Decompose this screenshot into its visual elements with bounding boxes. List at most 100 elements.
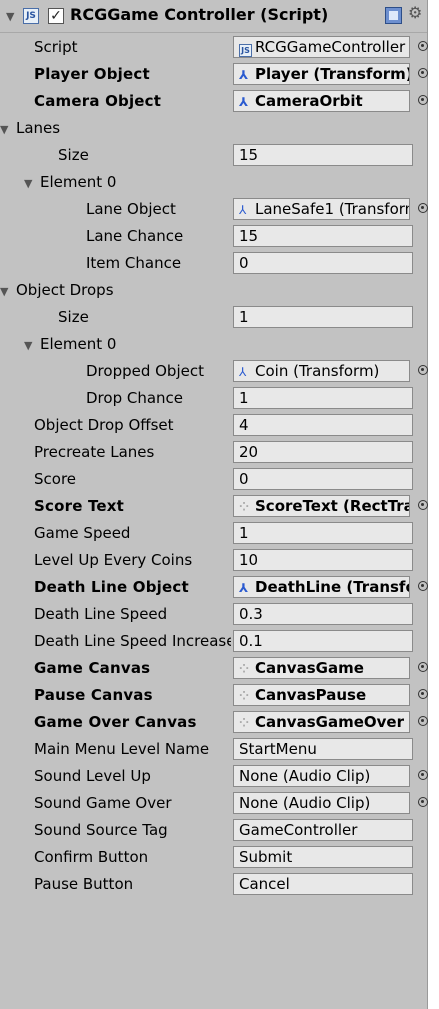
value-field[interactable]: 15 [233,144,413,166]
object-picker-icon[interactable] [418,716,428,726]
field-value: CanvasGameOver [255,713,404,731]
field-label: Main Menu Level Name [34,740,210,758]
component-header: ▼ JS ✓ RCGGame Controller (Script) ⚙ [0,0,427,33]
transform-icon: ⅄ [239,365,247,379]
value-field[interactable]: StartMenu [233,738,413,760]
field-row-main-menu-level-name: Main Menu Level Name StartMenu [0,736,427,763]
object-field[interactable]: ⅄ LaneSafe1 (Transform) [233,198,410,220]
field-label: Camera Object [34,92,162,110]
value-field[interactable]: 0 [233,468,413,490]
field-label: Score Text [34,497,125,515]
object-field[interactable]: None (Audio Clip) [233,765,410,787]
field-value: RCGGameController [255,38,406,56]
object-field[interactable]: ⁘ CanvasGame [233,657,410,679]
foldout-arrow-icon[interactable]: ▼ [0,124,8,135]
object-picker-icon[interactable] [418,770,428,780]
inspector-panel: ▼ JS ✓ RCGGame Controller (Script) ⚙ Scr… [0,0,428,1009]
field-row-lane-object: Lane Object ⅄ LaneSafe1 (Transform) [0,196,428,223]
value-field[interactable]: Cancel [233,873,413,895]
value-field[interactable]: 15 [233,225,413,247]
field-value: Player (Transform) [255,65,410,83]
object-picker-icon[interactable] [418,365,428,375]
field-value: 15 [239,227,259,245]
object-picker-icon[interactable] [418,95,428,105]
field-row-game-speed: Game Speed 1 [0,520,427,547]
object-field[interactable]: ⅄ DeathLine (Transform) [233,576,410,598]
object-picker-icon[interactable] [418,203,428,213]
field-value: DeathLine (Transform) [255,578,409,596]
field-value: ScoreText (RectTransform) [255,497,409,515]
object-field[interactable]: ⁘ CanvasGameOver [233,711,410,733]
field-value: None (Audio Clip) [239,767,371,785]
field-row-camera-object: Camera Object ⅄ CameraOrbit [0,88,428,115]
value-field[interactable]: 0.1 [233,630,413,652]
foldout-arrow-icon[interactable]: ▼ [0,286,8,297]
value-field[interactable]: GameController [233,819,413,841]
object-picker-icon[interactable] [418,689,428,699]
field-row-confirm-button: Confirm Button Submit [0,844,427,871]
object-picker-icon[interactable] [418,500,428,510]
field-row-size: Size 1 [0,304,427,331]
field-label[interactable]: Element 0 [40,173,340,192]
object-field[interactable]: ⅄ Player (Transform) [233,63,410,85]
foldout-arrow-icon[interactable]: ▼ [24,340,32,351]
field-label: Size [58,308,89,326]
field-row-game-over-canvas: Game Over Canvas ⁘ CanvasGameOver [0,709,428,736]
object-field[interactable]: JS RCGGameController [233,36,410,58]
object-field[interactable]: ⁘ ScoreText (RectTransform) [233,495,410,517]
field-label: Game Over Canvas [34,713,197,731]
field-label: Death Line Speed [34,605,168,623]
script-file-icon: JS [239,44,252,57]
field-row-element-0: ▼ Element 0 [0,331,427,358]
object-picker-icon[interactable] [418,581,428,591]
rect-transform-icon: ⁘ [239,500,250,514]
field-value: 1 [239,389,249,407]
field-row-pause-button: Pause Button Cancel [0,871,427,898]
value-field[interactable]: 1 [233,387,413,409]
field-value: 20 [239,443,259,461]
field-row-item-chance: Item Chance 0 [0,250,427,277]
help-icon[interactable] [385,7,402,24]
field-value: 0.3 [239,605,263,623]
value-field[interactable]: 0.3 [233,603,413,625]
value-field[interactable]: 1 [233,522,413,544]
object-field[interactable]: ⅄ Coin (Transform) [233,360,410,382]
field-value: Cancel [239,875,290,893]
field-label[interactable]: Element 0 [40,335,340,354]
field-label: Score [34,470,77,488]
field-label: Game Speed [34,524,131,542]
transform-icon: ⅄ [239,581,249,595]
value-field[interactable]: Submit [233,846,413,868]
object-picker-icon[interactable] [418,797,428,807]
object-picker-icon[interactable] [418,68,428,78]
foldout-arrow-icon[interactable]: ▼ [6,11,14,22]
value-field[interactable]: 20 [233,441,413,463]
value-field[interactable]: 0 [233,252,413,274]
field-row-precreate-lanes: Precreate Lanes 20 [0,439,427,466]
object-field[interactable]: None (Audio Clip) [233,792,410,814]
value-field[interactable]: 1 [233,306,413,328]
field-row-sound-level-up: Sound Level Up None (Audio Clip) [0,763,428,790]
field-label: Pause Canvas [34,686,153,704]
object-picker-icon[interactable] [418,662,428,672]
object-field[interactable]: ⅄ CameraOrbit [233,90,410,112]
field-label: Sound Source Tag [34,821,168,839]
field-label: Object Drop Offset [34,416,174,434]
value-field[interactable]: 4 [233,414,413,436]
field-label: Pause Button [34,875,134,893]
field-value: CameraOrbit [255,92,363,110]
field-label[interactable]: Lanes [16,119,316,138]
field-label[interactable]: Object Drops [16,281,316,300]
rect-transform-icon: ⁘ [239,716,250,730]
field-value: 0 [239,254,249,272]
gear-icon[interactable]: ⚙ [408,3,422,22]
foldout-arrow-icon[interactable]: ▼ [24,178,32,189]
component-enabled-checkbox[interactable]: ✓ [48,8,64,24]
field-label: Precreate Lanes [34,443,155,461]
field-value: None (Audio Clip) [239,794,371,812]
field-row-drop-chance: Drop Chance 1 [0,385,427,412]
object-field[interactable]: ⁘ CanvasPause [233,684,410,706]
field-row-script: Script JS RCGGameController [0,34,428,61]
value-field[interactable]: 10 [233,549,413,571]
object-picker-icon[interactable] [418,41,428,51]
